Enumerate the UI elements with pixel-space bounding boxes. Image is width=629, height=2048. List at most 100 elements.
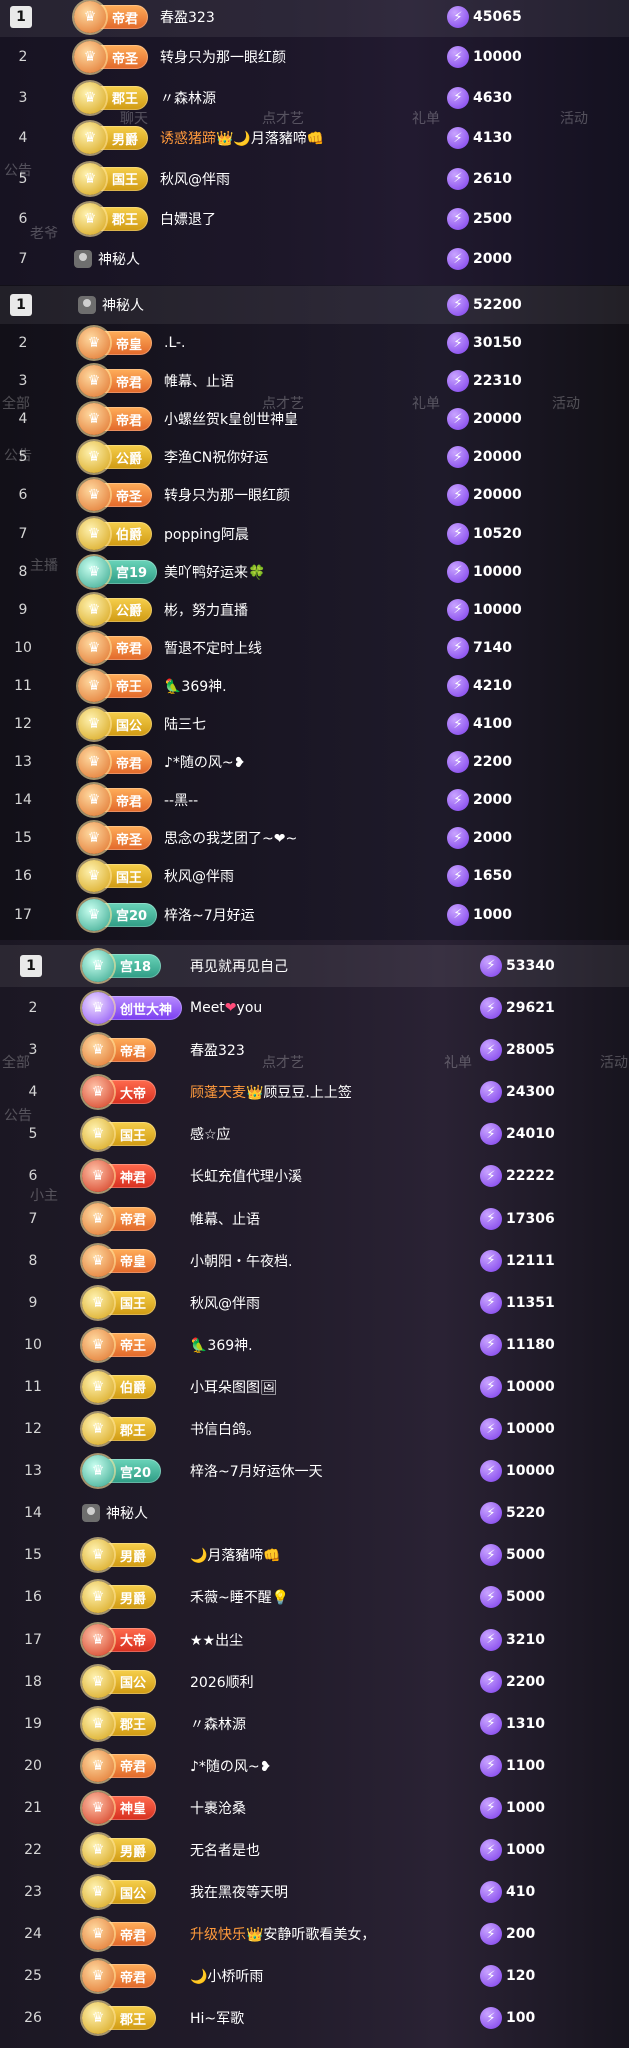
user-name: ★★出尘 bbox=[190, 1619, 243, 1661]
ranking-row[interactable]: 2 ♛ 帝圣 转身只为那一眼红颜 ⚡ 10000 bbox=[0, 37, 629, 77]
lightning-bolt-icon: ⚡ bbox=[480, 954, 502, 977]
contribution-score: ⚡ 4210 bbox=[447, 667, 512, 705]
user-name: 梓洛~7月好运 bbox=[164, 896, 255, 934]
badge-emblem-icon: ♛ bbox=[82, 1076, 114, 1109]
badge-label: 宫20 bbox=[120, 1465, 152, 1481]
ranking-row[interactable]: 11 ♛ 帝王 🦜369神. ⚡ 4210 bbox=[0, 667, 629, 705]
ranking-row[interactable]: 10 ♛ 帝君 暂退不定时上线 ⚡ 7140 bbox=[0, 629, 629, 667]
badge-label: 男爵 bbox=[112, 132, 139, 148]
badge-emblem-icon: ♛ bbox=[74, 162, 106, 195]
ranking-row[interactable]: 10 ♛ 帝王 🦜369神. ⚡ 11180 bbox=[0, 1324, 629, 1366]
badge-emblem-icon: ♛ bbox=[82, 1623, 114, 1656]
contribution-score: ⚡ 1000 bbox=[480, 1787, 545, 1829]
ranking-row[interactable]: 12 ♛ 国公 陆三七 ⚡ 4100 bbox=[0, 705, 629, 743]
ranking-row[interactable]: 17 ♛ 大帝 ★★出尘 ⚡ 3210 bbox=[0, 1619, 629, 1661]
user-name: 禾薇~睡不醒💡 bbox=[190, 1576, 289, 1618]
user-name-text: 秋风@伴雨 bbox=[190, 1295, 260, 1312]
ranking-row[interactable]: 25 ♛ 帝君 🌙小桥听雨 ⚡ 120 bbox=[0, 1955, 629, 1997]
badge-label: 帝君 bbox=[120, 1760, 147, 1776]
ranking-row[interactable]: 13 ♛ 宫20 梓洛~7月好运休一天 ⚡ 10000 bbox=[0, 1450, 629, 1492]
mystery-user-icon bbox=[74, 250, 92, 269]
score-value: 2200 bbox=[506, 1673, 545, 1690]
ranking-row[interactable]: 3 ♛ 郡王 〃森林源 ⚡ 4630 bbox=[0, 78, 629, 118]
rank-number: 8 bbox=[28, 1252, 38, 1269]
rank-badge: ♛ 帝君 bbox=[82, 1202, 157, 1235]
badge-emblem-icon: ♛ bbox=[82, 1960, 114, 1993]
lightning-bolt-icon: ⚡ bbox=[480, 1754, 502, 1777]
ranking-row[interactable]: 23 ♛ 国公 我在黑夜等天明 ⚡ 410 bbox=[0, 1871, 629, 1913]
ranking-row[interactable]: 8 ♛ 帝皇 小朝阳・午夜档. ⚡ 12111 bbox=[0, 1240, 629, 1282]
rank-number: 22 bbox=[24, 1842, 42, 1859]
ranking-row[interactable]: 18 ♛ 国公 2026顺利 ⚡ 2200 bbox=[0, 1661, 629, 1703]
ranking-row[interactable]: 9 ♛ 公爵 彬，努力直播 ⚡ 10000 bbox=[0, 591, 629, 629]
ranking-row[interactable]: 13 ♛ 帝君 ♪*随の风~❥ ⚡ 2200 bbox=[0, 743, 629, 781]
user-name-text: 再见就再见自己 bbox=[190, 958, 288, 975]
score-value: 2200 bbox=[473, 754, 512, 771]
contribution-score: ⚡ 120 bbox=[480, 1955, 535, 1997]
rank-badge: ♛ 公爵 bbox=[78, 593, 153, 626]
badge-label: 创世大神 bbox=[120, 1002, 173, 1018]
lightning-bolt-icon: ⚡ bbox=[447, 332, 469, 355]
lightning-bolt-icon: ⚡ bbox=[447, 127, 469, 150]
lightning-bolt-icon: ⚡ bbox=[447, 865, 469, 888]
ranking-row[interactable]: 7 ♛ 伯爵 popping阿晨 ⚡ 10520 bbox=[0, 515, 629, 553]
ranking-row[interactable]: 20 ♛ 帝君 ♪*随の风~❥ ⚡ 1100 bbox=[0, 1745, 629, 1787]
rank-badge: ♛ 伯爵 bbox=[78, 517, 153, 550]
contribution-score: ⚡ 10520 bbox=[447, 515, 522, 553]
ranking-row[interactable]: 6 ♛ 帝圣 转身只为那一眼红颜 ⚡ 20000 bbox=[0, 476, 629, 514]
badge-emblem-icon: ♛ bbox=[82, 1876, 114, 1909]
ranking-row[interactable]: 1 ♛ 帝君 春盈323 ⚡ 45065 bbox=[0, 0, 629, 38]
ranking-row[interactable]: 14 神秘人 ⚡ 5220 bbox=[0, 1492, 629, 1534]
ranking-row[interactable]: 5 ♛ 公爵 李渔CN祝你好运 ⚡ 20000 bbox=[0, 438, 629, 476]
ranking-row[interactable]: 16 ♛ 国王 秋风@伴雨 ⚡ 1650 bbox=[0, 857, 629, 895]
ranking-row[interactable]: 26 ♛ 郡王 Hi~军歌 ⚡ 100 bbox=[0, 1997, 629, 2039]
ranking-row[interactable]: 15 ♛ 男爵 🌙月落豬啼👊 ⚡ 5000 bbox=[0, 1534, 629, 1576]
ranking-row[interactable]: 24 ♛ 帝君 升级快乐 👑安静听歌看美女， ⚡ 200 bbox=[0, 1913, 629, 1955]
badge-label: 国王 bbox=[112, 173, 139, 189]
ranking-row[interactable]: 4 ♛ 男爵 诱惑猪蹄 👑🌙月落豬啼👊 ⚡ 4130 bbox=[0, 118, 629, 158]
ranking-row[interactable]: 6 ♛ 郡王 白嫖退了 ⚡ 2500 bbox=[0, 199, 629, 239]
lightning-bolt-icon: ⚡ bbox=[480, 1544, 502, 1567]
ranking-row[interactable]: 6 ♛ 神君 长虹充值代理小溪 ⚡ 22222 bbox=[0, 1155, 629, 1197]
lightning-bolt-icon: ⚡ bbox=[480, 1249, 502, 1272]
ranking-row[interactable]: 1 神秘人 ⚡ 52200 bbox=[0, 285, 629, 325]
contribution-score: ⚡ 7140 bbox=[447, 629, 512, 667]
badge-label: 帝君 bbox=[116, 642, 143, 658]
ranking-row[interactable]: 1 ♛ 宫18 再见就再见自己 ⚡ 53340 bbox=[0, 944, 629, 988]
ranking-row[interactable]: 22 ♛ 男爵 无名者是也 ⚡ 1000 bbox=[0, 1829, 629, 1871]
ranking-row[interactable]: 14 ♛ 帝君 --黑-- ⚡ 2000 bbox=[0, 781, 629, 819]
ranking-row[interactable]: 19 ♛ 郡王 〃森林源 ⚡ 1310 bbox=[0, 1703, 629, 1745]
badge-label: 国公 bbox=[120, 1886, 147, 1902]
ranking-row[interactable]: 2 ♛ 创世大神 Meet ❤ you ⚡ 29621 bbox=[0, 987, 629, 1029]
rank-badge: ♛ 郡王 bbox=[82, 1707, 157, 1740]
badge-emblem-icon: ♛ bbox=[82, 949, 114, 982]
ranking-row[interactable]: 16 ♛ 男爵 禾薇~睡不醒💡 ⚡ 5000 bbox=[0, 1576, 629, 1618]
badge-emblem-icon: ♛ bbox=[78, 403, 110, 436]
ranking-row[interactable]: 3 ♛ 帝君 春盈323 ⚡ 28005 bbox=[0, 1029, 629, 1071]
ranking-row[interactable]: 4 ♛ 帝君 小螺丝贺k皇创世神皇 ⚡ 20000 bbox=[0, 400, 629, 438]
contribution-score: ⚡ 410 bbox=[480, 1871, 535, 1913]
badge-label: 伯爵 bbox=[120, 1381, 147, 1397]
ranking-row[interactable]: 4 ♛ 大帝 顾蓬天麦 👑顾豆豆.上上签 ⚡ 24300 bbox=[0, 1071, 629, 1113]
user-name-text: ♪*随の风~❥ bbox=[164, 755, 246, 772]
lightning-bolt-icon: ⚡ bbox=[480, 1923, 502, 1946]
ranking-row[interactable]: 5 ♛ 国王 感☆应 ⚡ 24010 bbox=[0, 1113, 629, 1155]
badge-label: 宫19 bbox=[116, 566, 148, 582]
rank-number: 1 bbox=[20, 954, 42, 977]
user-name: 春盈323 bbox=[190, 1029, 245, 1071]
rank-badge: ♛ 帝圣 bbox=[78, 479, 153, 512]
ranking-row[interactable]: 5 ♛ 国王 秋风@伴雨 ⚡ 2610 bbox=[0, 158, 629, 198]
ranking-row[interactable]: 8 ♛ 宫19 美吖鸭好运来🍀 ⚡ 10000 bbox=[0, 553, 629, 591]
ranking-row[interactable]: 9 ♛ 国王 秋风@伴雨 ⚡ 11351 bbox=[0, 1282, 629, 1324]
ranking-row[interactable]: 7 神秘人 ⚡ 2000 bbox=[0, 239, 629, 279]
ranking-row[interactable]: 17 ♛ 宫20 梓洛~7月好运 ⚡ 1000 bbox=[0, 896, 629, 934]
ranking-row[interactable]: 11 ♛ 伯爵 小耳朵图图🖼 ⚡ 10000 bbox=[0, 1366, 629, 1408]
ranking-row[interactable]: 12 ♛ 郡王 书信白鸽。 ⚡ 10000 bbox=[0, 1408, 629, 1450]
ranking-row[interactable]: 3 ♛ 帝君 帷幕、止语 ⚡ 22310 bbox=[0, 362, 629, 400]
ranking-row[interactable]: 7 ♛ 帝君 帷幕、止语 ⚡ 17306 bbox=[0, 1198, 629, 1240]
badge-label: 国王 bbox=[120, 1297, 147, 1313]
ranking-row[interactable]: 21 ♛ 神皇 十裹沧桑 ⚡ 1000 bbox=[0, 1787, 629, 1829]
ranking-row[interactable]: 2 ♛ 帝皇 .L-. ⚡ 30150 bbox=[0, 324, 629, 362]
ranking-row[interactable]: 15 ♛ 帝圣 思念の我芝团了~❤~ ⚡ 2000 bbox=[0, 819, 629, 857]
lightning-bolt-icon: ⚡ bbox=[480, 997, 502, 1020]
